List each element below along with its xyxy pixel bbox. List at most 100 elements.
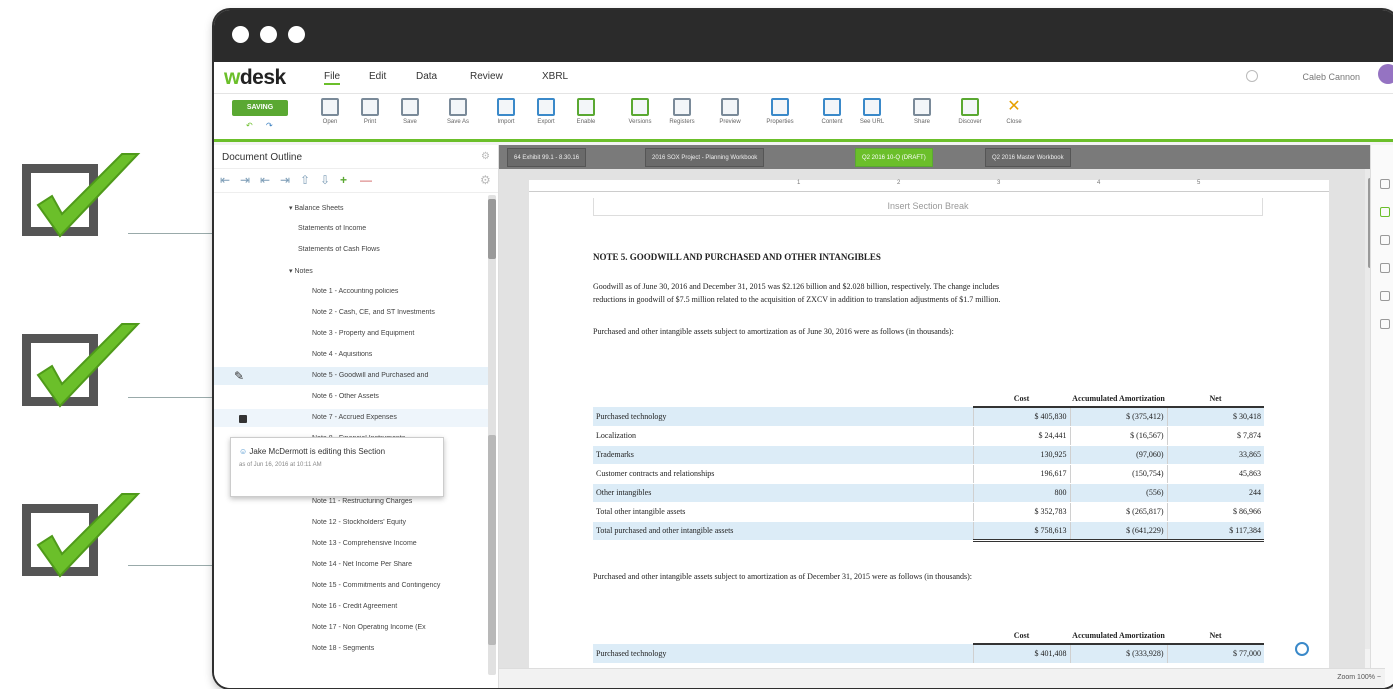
row-label[interactable]: Total other intangible assets [593, 502, 973, 522]
cost-cell[interactable]: $ 24,441 [972, 426, 1070, 446]
window-dot-icon[interactable] [288, 26, 305, 43]
outline-scroll-thumb[interactable] [488, 435, 496, 645]
outline-item[interactable]: ▾ Balance Sheets [289, 204, 479, 212]
tab-master-workbook[interactable]: Q2 2016 Master Workbook [985, 148, 1071, 167]
edit-icon[interactable] [1380, 263, 1390, 273]
amortization-cell[interactable]: (97,060) [1069, 445, 1167, 465]
note-heading[interactable]: NOTE 5. GOODWILL AND PURCHASED AND OTHER… [593, 252, 881, 262]
cost-cell[interactable]: 196,617 [972, 464, 1070, 484]
see-url-button[interactable]: See URL [854, 98, 890, 136]
outline-item[interactable]: Note 13 - Comprehensive Income [312, 540, 488, 547]
net-cell[interactable]: $ 7,874 [1166, 426, 1264, 446]
expand-icon[interactable]: ⇥ [240, 173, 250, 187]
net-cell[interactable]: $ 77,000 [1166, 644, 1264, 664]
move-up-icon[interactable]: ⇧ [300, 173, 310, 187]
table-row[interactable]: Total other intangible assets $ 352,783 … [593, 501, 1264, 522]
paragraph-line[interactable]: reductions in goodwill of $7.5 million r… [593, 295, 1000, 304]
table-row[interactable]: Purchased technology $ 405,830 $ (375,41… [593, 407, 1264, 427]
avatar[interactable] [1378, 64, 1393, 84]
collapse-icon[interactable]: ⇤ [220, 173, 230, 187]
cost-cell[interactable]: $ 401,408 [972, 644, 1070, 664]
net-cell[interactable]: 244 [1166, 483, 1264, 503]
outdent-icon[interactable]: ⇤ [260, 173, 270, 187]
table-row[interactable]: Total purchased and other intangible ass… [593, 520, 1264, 542]
paragraph-line[interactable]: Goodwill as of June 30, 2016 and Decembe… [593, 282, 999, 291]
menu-xbrl[interactable]: XBRL [542, 71, 568, 82]
tab-sox-project[interactable]: 2016 SOX Project - Planning Workbook [645, 148, 765, 167]
comments-icon[interactable] [1380, 179, 1390, 189]
add-section-icon[interactable]: + [340, 173, 347, 187]
share-button[interactable]: Share [904, 98, 940, 136]
amortization-cell[interactable]: $ (333,928) [1069, 644, 1167, 664]
info-icon[interactable] [1380, 319, 1390, 329]
paragraph[interactable]: Purchased and other intangible assets su… [593, 327, 954, 336]
close-button[interactable]: ✕ Close [996, 98, 1032, 136]
menu-edit[interactable]: Edit [369, 71, 386, 82]
cost-cell[interactable]: 130,925 [972, 445, 1070, 465]
insert-section-break[interactable]: Insert Section Break [593, 198, 1263, 216]
row-label[interactable]: Total purchased and other intangible ass… [593, 521, 973, 541]
outline-item[interactable]: Note 12 - Stockholders' Equity [312, 519, 488, 526]
outline-item[interactable]: Note 4 - Aquisitions [312, 351, 488, 358]
move-down-icon[interactable]: ⇩ [320, 173, 330, 187]
gear-icon[interactable]: ⚙ [481, 151, 490, 162]
save-status-button[interactable]: SAVING [232, 100, 288, 116]
content-button[interactable]: Content [814, 98, 850, 136]
outline-item[interactable]: Statements of Income [298, 225, 488, 232]
attachments-icon[interactable] [1380, 291, 1390, 301]
outline-item[interactable]: Note 3 - Property and Equipment [312, 330, 488, 337]
outline-item[interactable]: Note 14 - Net Income Per Share [312, 561, 488, 568]
export-button[interactable]: Export [528, 98, 564, 136]
row-label[interactable]: Other intangibles [593, 483, 973, 503]
outline-item[interactable]: Statements of Cash Flows [298, 246, 488, 253]
print-button[interactable]: Print [352, 98, 388, 136]
table-row[interactable]: Customer contracts and relationships 196… [593, 464, 1264, 484]
open-button[interactable]: Open [312, 98, 348, 136]
net-cell[interactable]: 45,863 [1166, 464, 1264, 484]
menu-review[interactable]: Review [470, 71, 503, 82]
redo-icon[interactable]: ↷ [266, 121, 273, 130]
net-cell[interactable]: 33,865 [1166, 445, 1264, 465]
cost-cell[interactable]: 800 [972, 483, 1070, 503]
amortization-cell[interactable]: $ (641,229) [1069, 520, 1167, 542]
paragraph[interactable]: Purchased and other intangible assets su… [593, 572, 972, 581]
outline-item[interactable]: Note 5 - Goodwill and Purchased and [312, 372, 488, 379]
amortization-cell[interactable]: (150,754) [1069, 464, 1167, 484]
outline-item[interactable]: Note 1 - Accounting policies [312, 288, 488, 295]
help-icon[interactable] [1246, 70, 1258, 82]
table-row[interactable]: Localization $ 24,441 $ (16,567) $ 7,874 [593, 426, 1264, 446]
outline-item[interactable]: Note 15 - Commitments and Contingency [312, 582, 488, 589]
net-cell[interactable]: $ 117,384 [1166, 520, 1264, 542]
history-icon[interactable] [1380, 235, 1390, 245]
user-name[interactable]: Caleb Cannon [1302, 72, 1360, 82]
net-cell[interactable]: $ 30,418 [1166, 407, 1264, 427]
cost-cell[interactable]: $ 352,783 [972, 501, 1070, 522]
menu-data[interactable]: Data [416, 71, 437, 82]
window-dot-icon[interactable] [232, 26, 249, 43]
outline-item[interactable]: ▾ Notes [289, 267, 479, 275]
amortization-cell[interactable]: $ (375,412) [1069, 407, 1167, 427]
settings-icon[interactable]: ⚙ [480, 173, 491, 187]
row-label[interactable]: Localization [593, 426, 973, 446]
tab-10q-draft[interactable]: Q2 2016 10-Q (DRAFT) [855, 148, 933, 167]
net-cell[interactable]: $ 86,966 [1166, 501, 1264, 522]
outline-item[interactable]: Note 17 - Non Operating Income (Ex [312, 624, 488, 631]
row-label[interactable]: Purchased technology [593, 407, 973, 427]
preview-button[interactable]: Preview [712, 98, 748, 136]
outline-scroll-thumb[interactable] [488, 199, 496, 259]
undo-icon[interactable]: ↶ [246, 121, 253, 130]
cost-cell[interactable]: $ 405,830 [972, 407, 1070, 427]
help-circle-icon[interactable] [1295, 642, 1309, 656]
import-button[interactable]: Import [488, 98, 524, 136]
outline-item[interactable]: Note 2 - Cash, CE, and ST Investments [312, 309, 488, 316]
menu-file[interactable]: File [324, 71, 341, 85]
indent-icon[interactable]: ⇥ [280, 173, 290, 187]
registers-button[interactable]: Registers [664, 98, 700, 136]
row-label[interactable]: Purchased technology [593, 644, 973, 664]
row-label[interactable]: Customer contracts and relationships [593, 464, 973, 484]
table-row[interactable]: Trademarks 130,925 (97,060) 33,865 [593, 445, 1264, 465]
amortization-cell[interactable]: $ (16,567) [1069, 426, 1167, 446]
enable-button[interactable]: Enable [568, 98, 604, 136]
window-dot-icon[interactable] [260, 26, 277, 43]
properties-button[interactable]: Properties [762, 98, 798, 136]
